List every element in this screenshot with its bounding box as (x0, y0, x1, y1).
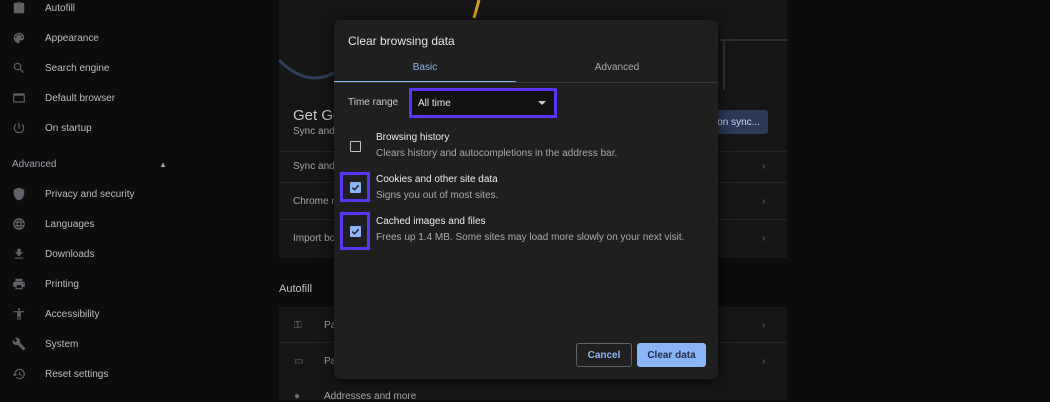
dropdown-arrow-icon (538, 101, 546, 105)
section-label: Advanced (12, 158, 57, 170)
tab-basic[interactable]: Basic (334, 54, 516, 83)
settings-row-import-bookmarks[interactable]: Import bo (293, 233, 335, 244)
option-title: Cookies and other site data (376, 174, 498, 185)
option-title: Browsing history (376, 132, 450, 143)
sidebar-item-label: Privacy and security (45, 188, 135, 200)
accessibility-icon (12, 307, 26, 321)
chevron-right-icon: › (762, 320, 766, 331)
settings-row-sync[interactable]: Sync and (293, 161, 335, 172)
printer-icon (12, 277, 26, 291)
tab-advanced[interactable]: Advanced (516, 54, 718, 81)
chevron-right-icon: › (762, 356, 766, 367)
sidebar-item-search-engine[interactable]: Search engine (0, 53, 185, 83)
sidebar-item-appearance[interactable]: Appearance (0, 23, 185, 53)
dialog-title: Clear browsing data (348, 34, 455, 48)
option-subtitle: Signs you out of most sites. (376, 190, 499, 201)
checkbox-highlight (340, 172, 370, 202)
chevron-right-icon: › (762, 233, 766, 244)
sidebar-item-label: Autofill (45, 2, 76, 14)
browsing-history-checkbox[interactable] (349, 140, 361, 152)
time-range-value: All time (418, 97, 451, 109)
settings-row-chrome-name[interactable]: Chrome n (293, 196, 337, 207)
credit-card-icon: ▭ (294, 356, 304, 367)
option-subtitle: Clears history and autocompletions in th… (376, 148, 618, 159)
power-icon (12, 121, 26, 135)
checkbox-wrap (340, 131, 370, 161)
history-icon (12, 367, 26, 381)
sidebar-item-on-startup[interactable]: On startup (0, 113, 185, 143)
cached-images-checkbox[interactable] (349, 225, 361, 237)
download-icon (12, 247, 26, 261)
sidebar-item-label: Downloads (45, 248, 95, 260)
tab-divider (334, 82, 718, 83)
option-cached-images: Cached images and files Frees up 1.4 MB.… (334, 212, 718, 250)
sidebar-item-label: System (45, 338, 79, 350)
sidebar-item-downloads[interactable]: Downloads (0, 239, 185, 269)
checkmark-icon (351, 228, 359, 235)
browser-window-icon (12, 91, 26, 105)
palette-icon (12, 31, 26, 45)
sidebar-item-label: Languages (45, 218, 95, 230)
sidebar-item-default-browser[interactable]: Default browser (0, 83, 185, 113)
time-range-select[interactable]: All time (409, 88, 557, 118)
sidebar-item-label: Printing (45, 278, 79, 290)
sidebar-item-label: Default browser (45, 92, 116, 104)
sync-card-subtitle: Sync and (293, 126, 335, 137)
sidebar-item-accessibility[interactable]: Accessibility (0, 299, 185, 329)
clear-browsing-data-dialog: Clear browsing data Basic Advanced Time … (334, 20, 718, 379)
clear-data-button[interactable]: Clear data (637, 343, 706, 367)
autofill-section-header: Autofill (279, 283, 313, 295)
chevron-right-icon: › (762, 196, 766, 207)
time-range-label: Time range (348, 97, 399, 108)
sidebar-item-privacy-security[interactable]: Privacy and security (0, 179, 185, 209)
sidebar-item-system[interactable]: System (0, 329, 185, 359)
sidebar-item-reset-settings[interactable]: Reset settings (0, 359, 185, 389)
cookies-checkbox[interactable] (349, 181, 361, 193)
sidebar-item-label: Accessibility (45, 308, 100, 320)
clipboard-icon (12, 1, 26, 15)
globe-icon (12, 217, 26, 231)
shield-icon (12, 187, 26, 201)
chevron-right-icon: › (762, 161, 766, 172)
autofill-row-addresses[interactable]: Addresses and more (324, 391, 416, 402)
cancel-button[interactable]: Cancel (576, 343, 632, 367)
sidebar-item-printing[interactable]: Printing (0, 269, 185, 299)
settings-sidebar: Autofill Appearance Search engine Defaul… (0, 0, 185, 400)
chevron-up-icon: ▲ (159, 159, 167, 169)
location-pin-icon: ● (294, 391, 301, 402)
sidebar-item-autofill[interactable]: Autofill (0, 0, 185, 23)
option-title: Cached images and files (376, 216, 486, 227)
sidebar-item-label: Appearance (45, 32, 99, 44)
sidebar-item-label: Reset settings (45, 368, 109, 380)
sidebar-item-languages[interactable]: Languages (0, 209, 185, 239)
option-browsing-history: Browsing history Clears history and auto… (334, 130, 718, 164)
search-icon (12, 61, 26, 75)
sidebar-section-advanced[interactable]: Advanced ▲ (12, 156, 167, 172)
sidebar-item-label: Search engine (45, 62, 110, 74)
sidebar-item-label: On startup (45, 122, 92, 134)
option-subtitle: Frees up 1.4 MB. Some sites may load mor… (376, 232, 685, 243)
checkbox-highlight (340, 212, 370, 250)
wrench-icon (12, 337, 26, 351)
checkmark-icon (351, 184, 359, 191)
key-icon: ⚿ (294, 320, 302, 331)
option-cookies: Cookies and other site data Signs you ou… (334, 172, 718, 206)
